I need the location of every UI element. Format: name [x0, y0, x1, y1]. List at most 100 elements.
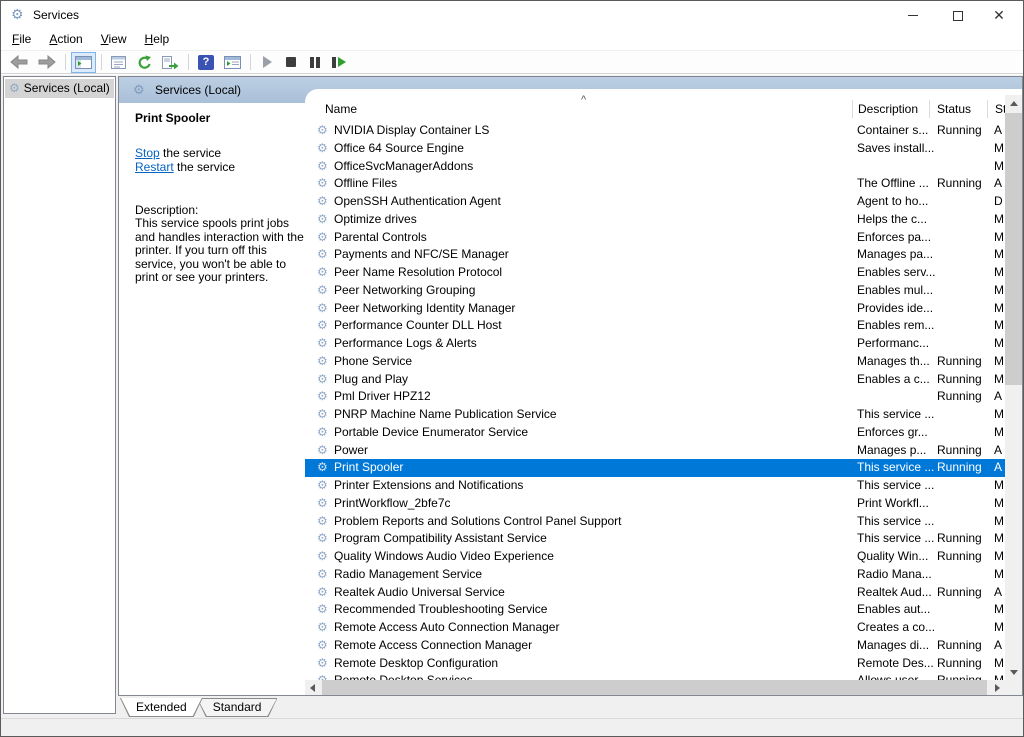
service-gear-icon: ⚙: [317, 619, 328, 637]
service-description: Container s...: [857, 122, 928, 140]
tab-extended[interactable]: Extended: [120, 698, 203, 717]
table-row[interactable]: ⚙ Remote Access Connection Manager Manag…: [305, 637, 1005, 655]
column-separator[interactable]: [929, 100, 930, 118]
start-service-button[interactable]: [256, 52, 278, 73]
scroll-right-icon[interactable]: [995, 684, 1000, 692]
start-service-icon: [263, 56, 272, 68]
column-header-description[interactable]: Description: [858, 102, 918, 116]
stop-service-button[interactable]: [280, 52, 302, 73]
table-row[interactable]: ⚙ Parental Controls Enforces pa... M: [305, 229, 1005, 247]
table-row[interactable]: ⚙ Pml Driver HPZ12 Running A: [305, 388, 1005, 406]
services-gear-icon: ⚙: [133, 82, 145, 98]
service-description: Manages pa...: [857, 246, 933, 264]
back-button[interactable]: [6, 52, 32, 73]
close-button[interactable]: ✕: [979, 1, 1019, 29]
table-row[interactable]: ⚙ Offline Files The Offline ... Running …: [305, 175, 1005, 193]
refresh-button[interactable]: [132, 52, 156, 73]
table-row[interactable]: ⚙ Quality Windows Audio Video Experience…: [305, 548, 1005, 566]
service-name: Power: [334, 442, 368, 460]
table-row[interactable]: ⚙ PrintWorkflow_2bfe7c Print Workfl... M: [305, 495, 1005, 513]
service-gear-icon: ⚙: [317, 388, 328, 406]
table-row[interactable]: ⚙ Phone Service Manages th... Running M: [305, 353, 1005, 371]
horizontal-scrollbar-thumb[interactable]: [322, 680, 987, 695]
service-description: Saves install...: [857, 140, 934, 158]
column-header-status[interactable]: Status: [937, 102, 971, 116]
properties-button[interactable]: [107, 52, 130, 73]
export-list-button[interactable]: [158, 52, 183, 73]
restart-service-line: Restart the service: [135, 161, 305, 175]
table-row[interactable]: ⚙ PNRP Machine Name Publication Service …: [305, 406, 1005, 424]
horizontal-scrollbar[interactable]: [305, 680, 1005, 695]
extended-view-button[interactable]: [220, 52, 245, 73]
service-status: Running: [937, 459, 982, 477]
tab-standard[interactable]: Standard: [197, 698, 278, 717]
scroll-left-icon[interactable]: [310, 684, 315, 692]
scroll-up-icon[interactable]: [1010, 101, 1018, 106]
column-separator[interactable]: [852, 100, 853, 118]
table-row[interactable]: ⚙ Realtek Audio Universal Service Realte…: [305, 584, 1005, 602]
restart-service-link[interactable]: Restart: [135, 160, 174, 174]
refresh-icon: [136, 55, 152, 69]
minimize-button[interactable]: [893, 1, 933, 29]
table-row[interactable]: ⚙ Problem Reports and Solutions Control …: [305, 513, 1005, 531]
service-startup-type: M: [994, 601, 1004, 619]
table-row[interactable]: ⚙ Peer Networking Grouping Enables mul..…: [305, 282, 1005, 300]
service-name: OfficeSvcManagerAddons: [334, 158, 473, 176]
service-name: Payments and NFC/SE Manager: [334, 246, 509, 264]
menu-action[interactable]: Action: [40, 29, 91, 50]
table-row[interactable]: ⚙ Portable Device Enumerator Service Enf…: [305, 424, 1005, 442]
tree-item-services-local[interactable]: ⚙Services (Local): [5, 79, 114, 98]
service-startup-type: M: [994, 566, 1004, 584]
stop-service-link[interactable]: Stop: [135, 146, 160, 160]
toolbar: ?: [1, 50, 1023, 74]
table-row[interactable]: ⚙ Performance Logs & Alerts Performanc..…: [305, 335, 1005, 353]
table-row[interactable]: ⚙ Program Compatibility Assistant Servic…: [305, 530, 1005, 548]
column-header-name[interactable]: Name: [325, 102, 357, 116]
menu-file[interactable]: File: [3, 29, 40, 50]
pause-service-button[interactable]: [304, 52, 326, 73]
show-console-tree-button[interactable]: [71, 52, 96, 73]
table-row[interactable]: ⚙ Printer Extensions and Notifications T…: [305, 477, 1005, 495]
service-name: Portable Device Enumerator Service: [334, 424, 528, 442]
service-name: Offline Files: [334, 175, 397, 193]
service-gear-icon: ⚙: [317, 158, 328, 176]
pause-service-icon: [310, 57, 314, 68]
help-button[interactable]: ?: [194, 52, 218, 73]
menu-help[interactable]: Help: [136, 29, 179, 50]
toolbar-separator: [250, 54, 251, 70]
table-row[interactable]: ⚙ Payments and NFC/SE Manager Manages pa…: [305, 246, 1005, 264]
table-row[interactable]: ⚙ Remote Desktop Services Allows user...…: [305, 672, 1005, 680]
table-row[interactable]: ⚙ Optimize drives Helps the c... M: [305, 211, 1005, 229]
menu-view[interactable]: View: [92, 29, 136, 50]
vertical-scrollbar[interactable]: [1005, 95, 1022, 680]
scroll-down-icon[interactable]: [1010, 670, 1018, 675]
table-row[interactable]: ⚙ Recommended Troubleshooting Service En…: [305, 601, 1005, 619]
table-row[interactable]: ⚙ NVIDIA Display Container LS Container …: [305, 122, 1005, 140]
table-row[interactable]: ⚙ OpenSSH Authentication Agent Agent to …: [305, 193, 1005, 211]
maximize-button[interactable]: [938, 1, 978, 29]
service-status: Running: [937, 548, 982, 566]
service-name: Remote Desktop Services: [334, 672, 473, 680]
service-gear-icon: ⚙: [317, 246, 328, 264]
table-row[interactable]: ⚙ Peer Name Resolution Protocol Enables …: [305, 264, 1005, 282]
service-status: Running: [937, 637, 982, 655]
restart-service-button[interactable]: [328, 52, 350, 73]
table-row[interactable]: ⚙ Radio Management Service Radio Mana...…: [305, 566, 1005, 584]
forward-button[interactable]: [34, 52, 60, 73]
service-startup-type: M: [994, 530, 1004, 548]
service-description: Allows user...: [857, 672, 928, 680]
service-name: Phone Service: [334, 353, 412, 371]
table-row[interactable]: ⚙ Power Manages p... Running A: [305, 442, 1005, 460]
vertical-scrollbar-thumb[interactable]: [1005, 113, 1022, 385]
table-row[interactable]: ⚙ OfficeSvcManagerAddons M: [305, 158, 1005, 176]
table-row[interactable]: ⚙ Plug and Play Enables a c... Running M: [305, 371, 1005, 389]
table-row[interactable]: ⚙ Performance Counter DLL Host Enables r…: [305, 317, 1005, 335]
table-row[interactable]: ⚙ Print Spooler This service ... Running…: [305, 459, 1005, 477]
table-row[interactable]: ⚙ Office 64 Source Engine Saves install.…: [305, 140, 1005, 158]
service-startup-type: M: [994, 264, 1004, 282]
table-row[interactable]: ⚙ Remote Access Auto Connection Manager …: [305, 619, 1005, 637]
column-separator[interactable]: [987, 100, 988, 118]
service-status: Running: [937, 353, 982, 371]
table-row[interactable]: ⚙ Peer Networking Identity Manager Provi…: [305, 300, 1005, 318]
table-row[interactable]: ⚙ Remote Desktop Configuration Remote De…: [305, 655, 1005, 673]
